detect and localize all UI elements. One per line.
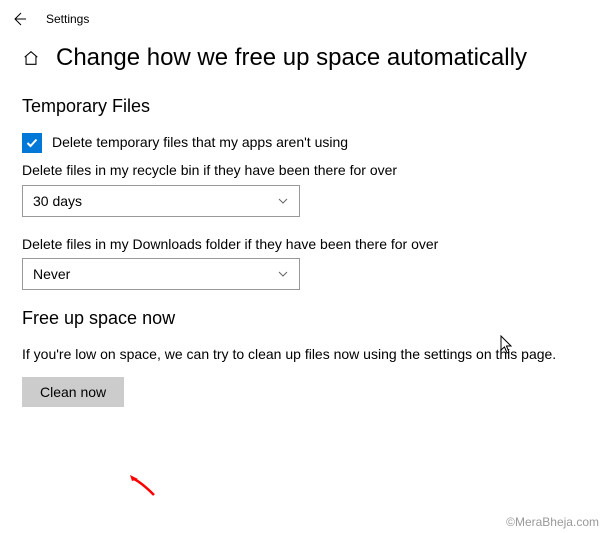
free-up-description: If you're low on space, we can try to cl…	[22, 345, 583, 365]
recycle-bin-label: Delete files in my recycle bin if they h…	[22, 161, 583, 181]
cursor-icon	[500, 335, 516, 360]
clean-now-button[interactable]: Clean now	[22, 377, 124, 407]
home-icon[interactable]	[22, 49, 40, 67]
watermark: ©MeraBheja.com	[506, 515, 599, 529]
chevron-down-icon	[277, 195, 289, 207]
section-temporary-files: Temporary Files	[22, 96, 583, 117]
back-icon[interactable]	[10, 10, 28, 28]
recycle-bin-value: 30 days	[33, 193, 82, 209]
arrow-annotation-icon	[130, 475, 160, 502]
downloads-label: Delete files in my Downloads folder if t…	[22, 235, 583, 255]
page-title: Change how we free up space automaticall…	[56, 44, 527, 72]
window-title: Settings	[46, 12, 89, 26]
chevron-down-icon	[277, 268, 289, 280]
recycle-bin-select[interactable]: 30 days	[22, 185, 300, 217]
delete-temp-files-label: Delete temporary files that my apps aren…	[52, 133, 348, 153]
downloads-value: Never	[33, 266, 70, 282]
delete-temp-files-checkbox[interactable]	[22, 133, 42, 153]
section-free-up-space: Free up space now	[22, 308, 583, 329]
downloads-select[interactable]: Never	[22, 258, 300, 290]
